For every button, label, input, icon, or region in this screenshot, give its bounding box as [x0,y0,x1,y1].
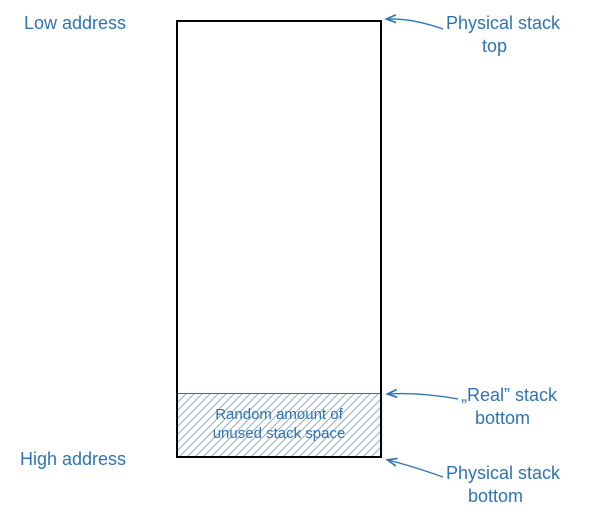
arrows-layer [0,0,589,524]
arrow-physical-top [387,19,443,29]
arrow-real-bottom [388,394,458,399]
arrow-physical-bottom [388,460,443,477]
